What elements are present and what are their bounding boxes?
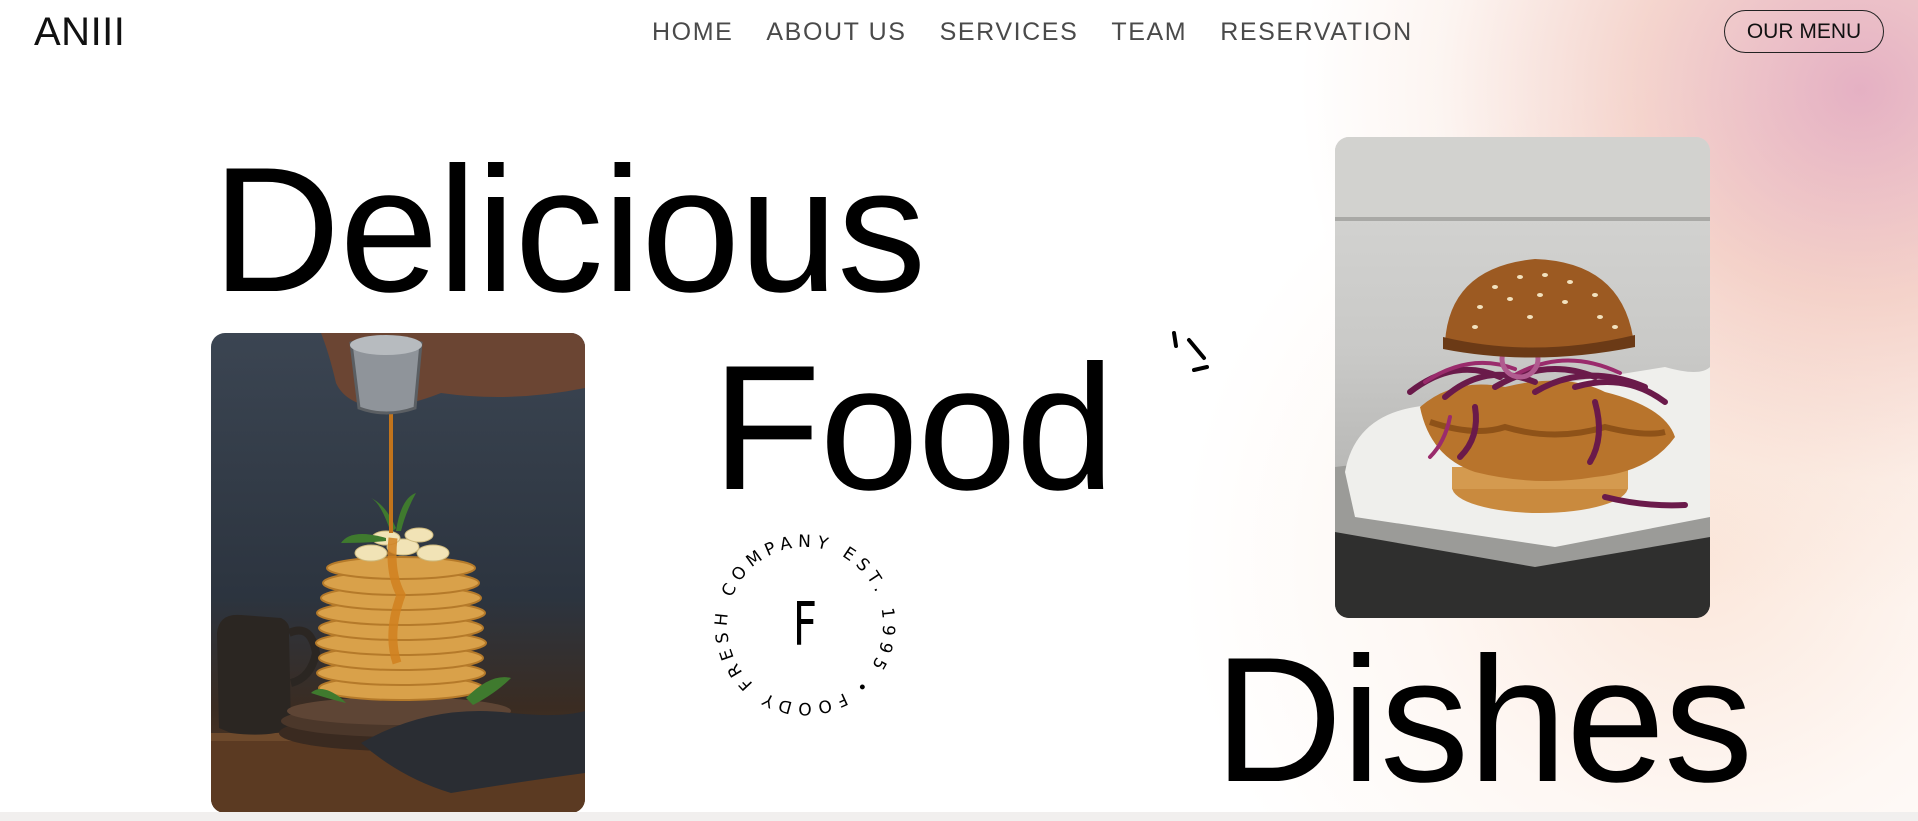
nav-reservation[interactable]: RESERVATION bbox=[1220, 16, 1413, 48]
nav-services[interactable]: SERVICES bbox=[940, 16, 1079, 48]
nav-about-us[interactable]: ABOUT US bbox=[766, 16, 906, 48]
headline-word-food: Food bbox=[712, 328, 1115, 527]
nav-home[interactable]: HOME bbox=[652, 16, 733, 48]
page-bottom-strip bbox=[0, 812, 1918, 821]
brand-logo[interactable]: ANIII bbox=[34, 8, 125, 56]
our-menu-button[interactable]: OUR MENU bbox=[1724, 10, 1884, 53]
main-nav: HOME ABOUT US SERVICES TEAM RESERVATION bbox=[652, 16, 1413, 48]
stamp-letter: F bbox=[792, 590, 818, 660]
landing-page: ANIII HOME ABOUT US SERVICES TEAM RESERV… bbox=[0, 0, 1918, 821]
pancakes-photo bbox=[211, 333, 585, 813]
company-stamp: FOODY FRESH COMPANY EST. 1995 • F bbox=[705, 525, 905, 725]
headline-word-dishes: Dishes bbox=[1214, 620, 1753, 819]
sparkle-icon bbox=[1172, 331, 1209, 372]
burger-photo bbox=[1335, 137, 1710, 618]
headline-word-delicious: Delicious bbox=[212, 130, 926, 329]
nav-team[interactable]: TEAM bbox=[1111, 16, 1187, 48]
